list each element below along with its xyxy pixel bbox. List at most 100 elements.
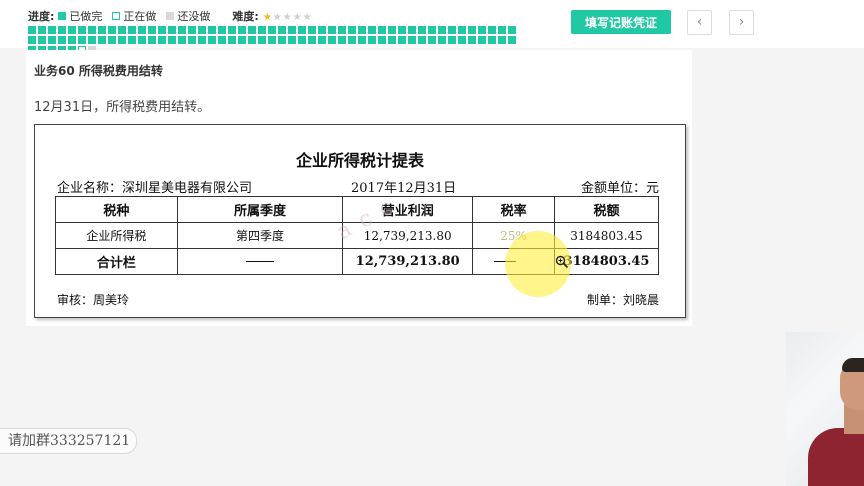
progress-cell-done[interactable] [38, 26, 46, 34]
progress-cell-done[interactable] [28, 36, 36, 44]
progress-cell-done[interactable] [478, 26, 486, 34]
progress-cell-done[interactable] [48, 26, 56, 34]
progress-cell-done[interactable] [438, 26, 446, 34]
progress-cell-done[interactable] [398, 36, 406, 44]
progress-cell-done[interactable] [288, 26, 296, 34]
progress-cell-done[interactable] [328, 26, 336, 34]
progress-cell-done[interactable] [358, 36, 366, 44]
progress-cell-done[interactable] [378, 36, 386, 44]
progress-cell-done[interactable] [98, 36, 106, 44]
progress-cell-done[interactable] [338, 36, 346, 44]
progress-cell-done[interactable] [298, 36, 306, 44]
progress-cell-done[interactable] [88, 26, 96, 34]
progress-cell-done[interactable] [78, 26, 86, 34]
progress-cell-done[interactable] [238, 26, 246, 34]
progress-cell-done[interactable] [428, 36, 436, 44]
progress-cell-done[interactable] [168, 36, 176, 44]
progress-cell-done[interactable] [498, 36, 506, 44]
prev-button[interactable]: ‹ [687, 10, 712, 35]
progress-cell-done[interactable] [58, 36, 66, 44]
progress-cell-done[interactable] [68, 36, 76, 44]
progress-cell-done[interactable] [438, 36, 446, 44]
progress-cell-done[interactable] [208, 36, 216, 44]
progress-cell-done[interactable] [498, 26, 506, 34]
progress-cell-done[interactable] [68, 26, 76, 34]
progress-cell-done[interactable] [128, 36, 136, 44]
progress-cell-done[interactable] [408, 26, 416, 34]
progress-cell-done[interactable] [328, 36, 336, 44]
progress-cell-done[interactable] [358, 26, 366, 34]
progress-cell-done[interactable] [278, 26, 286, 34]
progress-cell-done[interactable] [508, 26, 516, 34]
progress-cell-done[interactable] [338, 26, 346, 34]
progress-cell-done[interactable] [188, 36, 196, 44]
progress-cell-done[interactable] [308, 26, 316, 34]
progress-cell-done[interactable] [318, 36, 326, 44]
progress-cell-done[interactable] [488, 26, 496, 34]
progress-cell-done[interactable] [488, 36, 496, 44]
progress-cell-done[interactable] [158, 36, 166, 44]
progress-cell-done[interactable] [378, 26, 386, 34]
progress-cell-done[interactable] [228, 26, 236, 34]
progress-cell-done[interactable] [138, 36, 146, 44]
progress-cell-done[interactable] [468, 36, 476, 44]
progress-cell-done[interactable] [178, 36, 186, 44]
progress-cell-done[interactable] [258, 26, 266, 34]
progress-cell-done[interactable] [448, 36, 456, 44]
progress-cell-done[interactable] [108, 36, 116, 44]
progress-cell-done[interactable] [198, 36, 206, 44]
progress-cell-done[interactable] [448, 26, 456, 34]
progress-cell-done[interactable] [348, 26, 356, 34]
progress-cell-done[interactable] [118, 26, 126, 34]
progress-cell-done[interactable] [408, 36, 416, 44]
progress-cell-done[interactable] [238, 36, 246, 44]
progress-cell-done[interactable] [38, 36, 46, 44]
progress-cell-done[interactable] [188, 26, 196, 34]
progress-cell-done[interactable] [418, 36, 426, 44]
progress-cell-done[interactable] [98, 26, 106, 34]
progress-cell-done[interactable] [148, 26, 156, 34]
progress-cell-done[interactable] [388, 36, 396, 44]
progress-cell-done[interactable] [248, 36, 256, 44]
progress-cell-done[interactable] [78, 36, 86, 44]
progress-cell-done[interactable] [268, 36, 276, 44]
progress-cell-done[interactable] [108, 26, 116, 34]
progress-cell-done[interactable] [258, 36, 266, 44]
progress-cell-done[interactable] [348, 36, 356, 44]
progress-cell-done[interactable] [128, 26, 136, 34]
progress-cell-done[interactable] [368, 36, 376, 44]
progress-cell-done[interactable] [88, 36, 96, 44]
progress-cell-done[interactable] [388, 26, 396, 34]
progress-cell-done[interactable] [428, 26, 436, 34]
progress-cell-done[interactable] [318, 26, 326, 34]
progress-cell-done[interactable] [418, 26, 426, 34]
progress-cell-done[interactable] [48, 36, 56, 44]
progress-cell-done[interactable] [458, 26, 466, 34]
progress-cell-done[interactable] [368, 26, 376, 34]
progress-cell-done[interactable] [478, 36, 486, 44]
progress-cell-done[interactable] [278, 36, 286, 44]
progress-cell-done[interactable] [168, 26, 176, 34]
progress-cell-done[interactable] [228, 36, 236, 44]
progress-cell-done[interactable] [218, 26, 226, 34]
progress-cell-done[interactable] [148, 36, 156, 44]
progress-cell-done[interactable] [508, 36, 516, 44]
progress-cell-done[interactable] [118, 36, 126, 44]
progress-cell-done[interactable] [298, 26, 306, 34]
progress-cell-done[interactable] [398, 26, 406, 34]
progress-cell-done[interactable] [208, 26, 216, 34]
next-button[interactable]: › [729, 10, 754, 35]
fill-voucher-button[interactable]: 填写记账凭证 [571, 10, 671, 34]
progress-cell-done[interactable] [248, 26, 256, 34]
progress-cell-done[interactable] [288, 36, 296, 44]
progress-cell-done[interactable] [468, 26, 476, 34]
progress-cell-done[interactable] [458, 36, 466, 44]
progress-cell-done[interactable] [218, 36, 226, 44]
progress-cell-done[interactable] [198, 26, 206, 34]
progress-cell-done[interactable] [178, 26, 186, 34]
progress-cell-done[interactable] [158, 26, 166, 34]
progress-cell-done[interactable] [268, 26, 276, 34]
progress-cell-done[interactable] [58, 26, 66, 34]
progress-cell-done[interactable] [138, 26, 146, 34]
progress-cell-done[interactable] [308, 36, 316, 44]
